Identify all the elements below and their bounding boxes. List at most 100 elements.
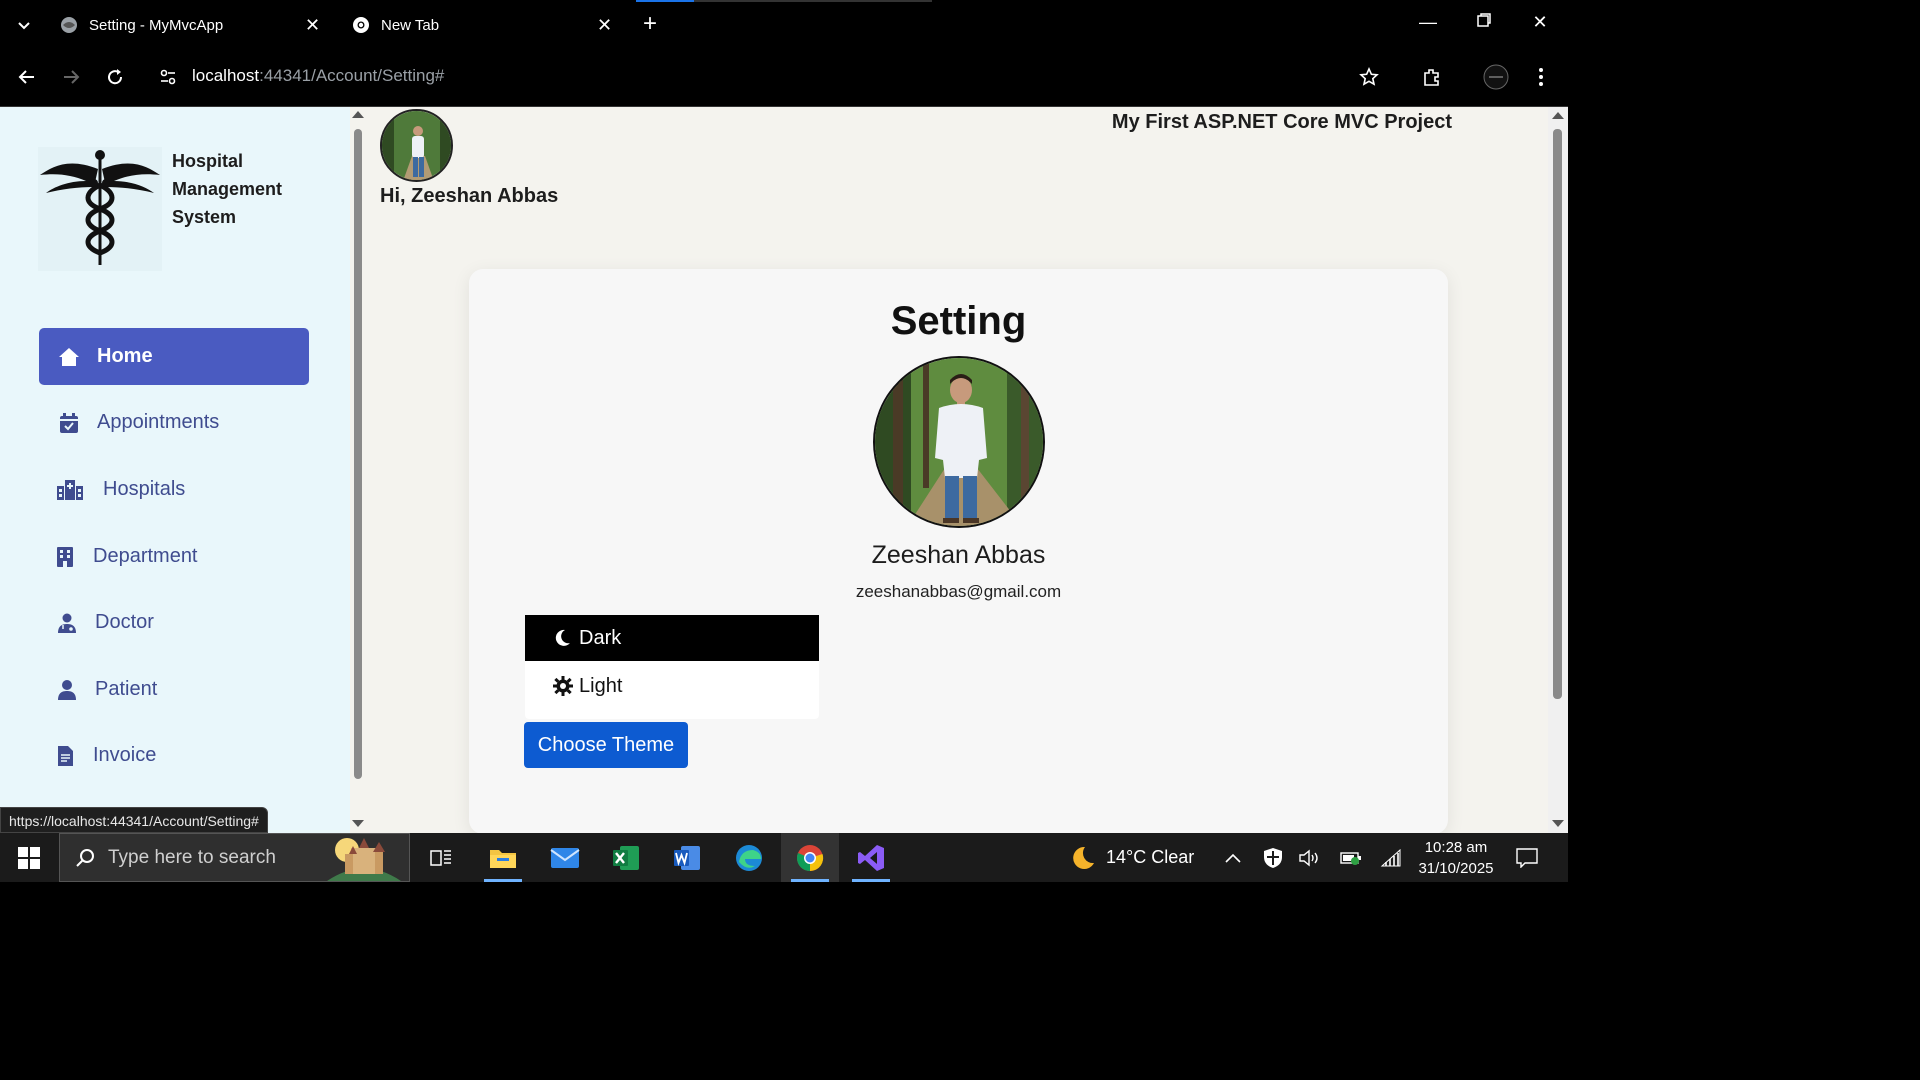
chrome-icon: [353, 17, 369, 33]
address-bar[interactable]: localhost:44341/Account/Setting#: [192, 66, 444, 86]
sidebar-scrollbar[interactable]: [350, 107, 366, 833]
choose-theme-button[interactable]: Choose Theme: [524, 722, 688, 768]
browser-tab-bar: Setting - MyMvcApp ✕ New Tab ✕ + — ✕: [0, 0, 1568, 50]
home-icon: [57, 345, 81, 369]
hospital-icon: [57, 478, 83, 502]
tab-title: New Tab: [381, 16, 440, 34]
theme-option-dark[interactable]: Dark: [525, 615, 819, 661]
greeting-text: Hi, Zeeshan Abbas: [380, 185, 559, 207]
profile-name: Zeeshan Abbas: [871, 541, 1046, 569]
header-avatar[interactable]: [380, 109, 453, 182]
sidebar-item-label: Patient: [95, 678, 158, 700]
close-tab-icon[interactable]: ✕: [597, 15, 612, 36]
weather-moon-icon[interactable]: [1068, 846, 1096, 869]
volume-icon[interactable]: [1299, 847, 1321, 869]
scroll-up-arrow-icon[interactable]: [352, 111, 364, 118]
profile-avatar: [873, 356, 1045, 528]
page-viewport: Hospital Management System Home Appointm…: [0, 106, 1568, 833]
restore-icon[interactable]: [1472, 12, 1496, 36]
weather-text[interactable]: 14°C Clear: [1106, 847, 1194, 868]
forward-arrow-icon[interactable]: [58, 64, 84, 90]
sidebar-item-hospitals[interactable]: Hospitals: [39, 461, 309, 518]
sidebar-item-invoice[interactable]: Invoice: [39, 727, 309, 784]
doctor-icon: [57, 611, 77, 635]
scroll-down-arrow-icon[interactable]: [1552, 820, 1564, 827]
system-clock[interactable]: 10:28 am 31/10/2025: [1410, 837, 1502, 879]
tab-new-tab[interactable]: New Tab ✕: [352, 0, 620, 50]
building-icon: [57, 545, 73, 569]
bookmark-star-icon[interactable]: [1356, 64, 1382, 90]
site-info-icon[interactable]: [155, 64, 181, 90]
reload-icon[interactable]: [102, 64, 128, 90]
file-explorer-icon[interactable]: [474, 833, 532, 882]
theme-select-list[interactable]: Dark Light: [525, 615, 819, 719]
scroll-up-arrow-icon[interactable]: [1552, 112, 1564, 119]
chevron-up-icon[interactable]: [1222, 847, 1244, 869]
scroll-down-arrow-icon[interactable]: [352, 820, 364, 827]
excel-icon[interactable]: [597, 833, 655, 882]
sidebar-item-label: Department: [93, 545, 198, 567]
globe-icon: [61, 17, 77, 33]
theme-option-label: Dark: [579, 626, 622, 649]
edge-icon[interactable]: [720, 833, 778, 882]
windows-start-icon[interactable]: [18, 847, 40, 869]
visual-studio-icon[interactable]: [842, 833, 900, 882]
menu-kebab-icon[interactable]: [1528, 64, 1554, 90]
close-tab-icon[interactable]: ✕: [305, 15, 320, 36]
caduceus-logo: [38, 147, 162, 271]
tab-progress: [636, 0, 932, 2]
sidebar-item-home[interactable]: Home: [39, 328, 309, 385]
battery-icon[interactable]: [1340, 847, 1362, 869]
scrollbar-thumb[interactable]: [1553, 129, 1562, 699]
project-title: My First ASP.NET Core MVC Project: [1111, 111, 1452, 133]
tab-search-icon[interactable]: [10, 12, 38, 40]
word-icon[interactable]: [658, 833, 716, 882]
user-icon: [57, 678, 77, 702]
task-view-icon[interactable]: [412, 833, 470, 882]
sidebar-item-label: Doctor: [95, 611, 154, 633]
wifi-icon[interactable]: [1380, 847, 1402, 869]
clock-time: 10:28 am: [1424, 839, 1488, 856]
tab-title: Setting - MyMvcApp: [89, 16, 224, 34]
search-placeholder: Type here to search: [108, 846, 276, 868]
page-scrollbar[interactable]: [1548, 107, 1568, 833]
close-window-icon[interactable]: ✕: [1528, 12, 1552, 36]
search-icon: [76, 848, 94, 867]
moon-icon: [553, 628, 573, 648]
notifications-icon[interactable]: [1516, 847, 1538, 869]
clock-date: 31/10/2025: [1418, 860, 1494, 877]
theme-option-label: Light: [579, 674, 623, 697]
profile-email: zeeshanabbas@gmail.com: [855, 582, 1062, 601]
back-arrow-icon[interactable]: [14, 64, 40, 90]
calendar-check-icon: [57, 411, 81, 435]
windows-taskbar: Type here to search 14°C Clear 10:28 am …: [0, 833, 1568, 882]
file-invoice-icon: [57, 744, 73, 768]
chrome-taskbar-icon[interactable]: [781, 833, 839, 882]
sidebar-item-department[interactable]: Department: [39, 528, 309, 585]
castle-search-highlight-icon: [327, 838, 401, 881]
profile-avatar-icon[interactable]: [1483, 64, 1509, 90]
sidebar-item-patient[interactable]: Patient: [39, 661, 309, 718]
settings-card: Setting Zeeshan Abbas zeeshanabbas@gmail…: [469, 269, 1448, 833]
sun-gear-icon: [553, 676, 573, 696]
status-bar-url: https://localhost:44341/Account/Setting#: [0, 807, 268, 833]
theme-option-light[interactable]: Light: [525, 663, 819, 709]
url-path: :44341/Account/Setting#: [259, 66, 445, 85]
sidebar-item-label: Appointments: [97, 411, 220, 433]
tab-setting[interactable]: Setting - MyMvcApp ✕: [60, 0, 328, 50]
scrollbar-thumb[interactable]: [354, 129, 362, 779]
extensions-icon[interactable]: [1419, 64, 1445, 90]
new-tab-button[interactable]: +: [638, 10, 662, 38]
taskbar-search-input[interactable]: Type here to search: [59, 833, 410, 882]
sidebar-item-doctor[interactable]: Doctor: [39, 594, 309, 651]
sidebar-item-appointments[interactable]: Appointments: [39, 394, 309, 451]
mail-icon[interactable]: [536, 833, 594, 882]
sidebar: Hospital Management System Home Appointm…: [0, 107, 350, 833]
minimize-icon[interactable]: —: [1416, 12, 1440, 36]
sidebar-item-label: Home: [97, 345, 153, 367]
security-shield-icon[interactable]: [1262, 847, 1284, 869]
sidebar-item-label: Invoice: [93, 744, 157, 766]
sidebar-item-label: Hospitals: [103, 478, 186, 500]
page-title: Setting: [890, 299, 1027, 343]
app-logo-title: Hospital Management System: [172, 151, 283, 227]
